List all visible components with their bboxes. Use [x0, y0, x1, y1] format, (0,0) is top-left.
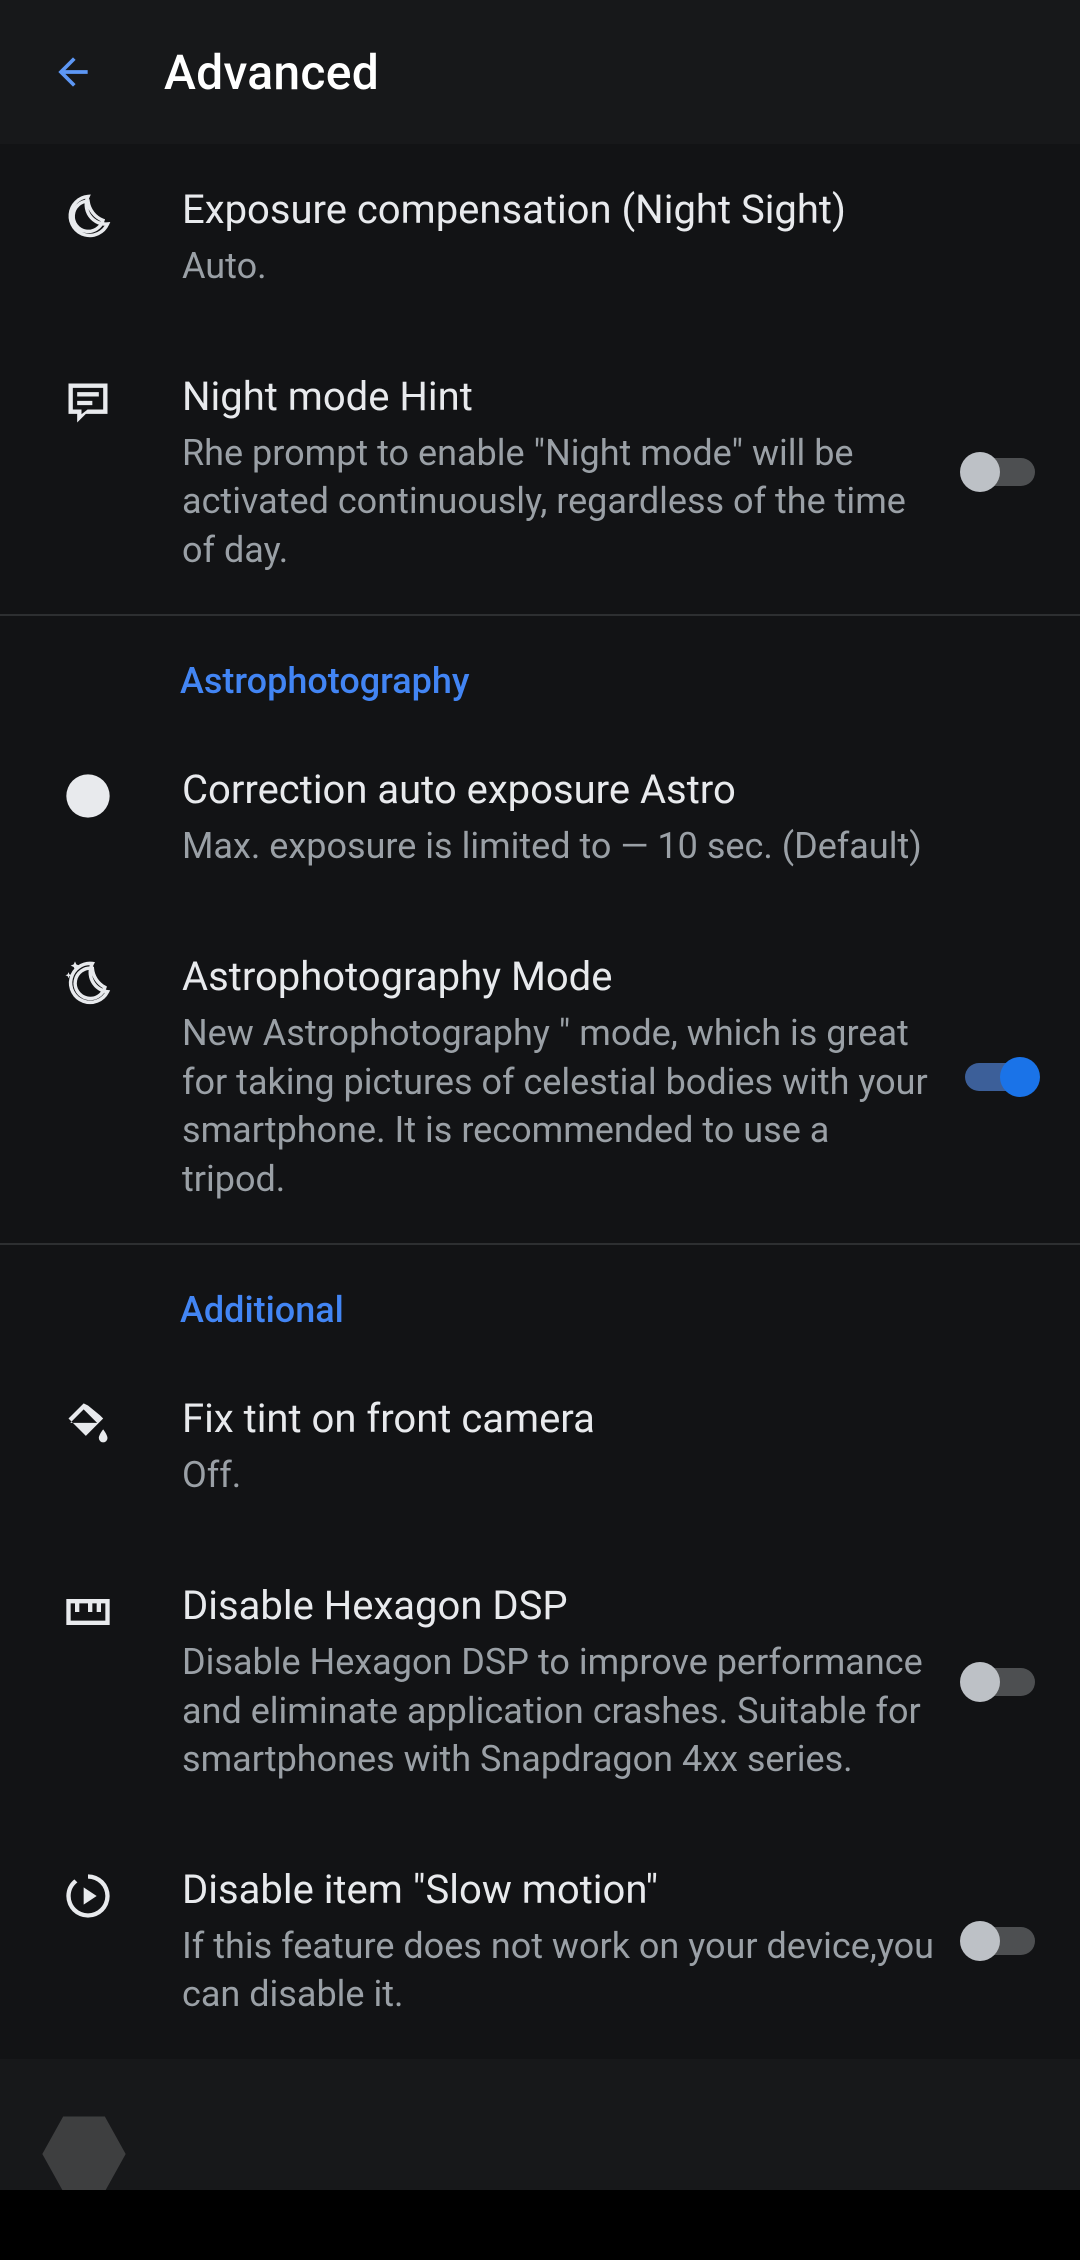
- page-title: Advanced: [164, 44, 379, 101]
- setting-subtitle: Off.: [182, 1451, 1020, 1500]
- setting-subtitle: Auto.: [182, 242, 1020, 291]
- setting-title: Disable Hexagon DSP: [182, 1580, 940, 1632]
- setting-astro-mode[interactable]: Astrophotography Mode New Astrophotograp…: [0, 911, 1080, 1243]
- setting-exposure-compensation[interactable]: Exposure compensation (Night Sight) Auto…: [0, 144, 1080, 331]
- settings-list: Exposure compensation (Night Sight) Auto…: [0, 144, 1080, 2059]
- shutter-icon: [60, 770, 116, 826]
- section-title: Astrophotography: [180, 660, 1040, 702]
- setting-title: Correction auto exposure Astro: [182, 764, 1020, 816]
- setting-correction-astro[interactable]: Correction auto exposure Astro Max. expo…: [0, 724, 1080, 911]
- setting-disable-hexagon[interactable]: Disable Hexagon DSP Disable Hexagon DSP …: [0, 1540, 1080, 1824]
- setting-title: Astrophotography Mode: [182, 951, 940, 1003]
- setting-title: Exposure compensation (Night Sight): [182, 184, 1020, 236]
- moon-stars-icon: [60, 957, 116, 1013]
- setting-fix-tint[interactable]: Fix tint on front camera Off.: [0, 1353, 1080, 1540]
- ruler-icon: [60, 1586, 116, 1642]
- setting-title: Fix tint on front camera: [182, 1393, 1020, 1445]
- app-bar: Advanced: [0, 0, 1080, 144]
- setting-subtitle: If this feature does not work on your de…: [182, 1922, 940, 2019]
- toggle-slowmo[interactable]: [960, 1921, 1040, 1961]
- moon-icon: [60, 190, 116, 246]
- speech-bubble-icon: [60, 377, 116, 433]
- setting-subtitle: Disable Hexagon DSP to improve performan…: [182, 1638, 940, 1784]
- setting-night-mode-hint[interactable]: Night mode Hint Rhe prompt to enable "Ni…: [0, 331, 1080, 615]
- toggle-night-hint[interactable]: [960, 452, 1040, 492]
- setting-subtitle: Max. exposure is limited to — 10 sec. (D…: [182, 822, 1020, 871]
- section-header-additional: Additional: [0, 1245, 1080, 1353]
- setting-subtitle: Rhe prompt to enable "Night mode" will b…: [182, 429, 940, 575]
- setting-subtitle: New Astrophotography " mode, which is gr…: [182, 1009, 940, 1203]
- toggle-astro-mode[interactable]: [960, 1057, 1040, 1097]
- setting-disable-slowmo[interactable]: Disable item "Slow motion" If this featu…: [0, 1824, 1080, 2059]
- back-arrow-icon: [51, 50, 95, 94]
- toggle-hexagon[interactable]: [960, 1662, 1040, 1702]
- setting-title: Night mode Hint: [182, 371, 940, 423]
- section-title: Additional: [180, 1289, 1040, 1331]
- paint-bucket-icon: [60, 1399, 116, 1455]
- setting-title: Disable item "Slow motion": [182, 1864, 940, 1916]
- back-button[interactable]: [48, 47, 98, 97]
- nav-bar: [0, 2190, 1080, 2260]
- watermark-icon: [34, 2104, 134, 2204]
- slow-motion-icon: [60, 1870, 116, 1926]
- section-header-astrophotography: Astrophotography: [0, 616, 1080, 724]
